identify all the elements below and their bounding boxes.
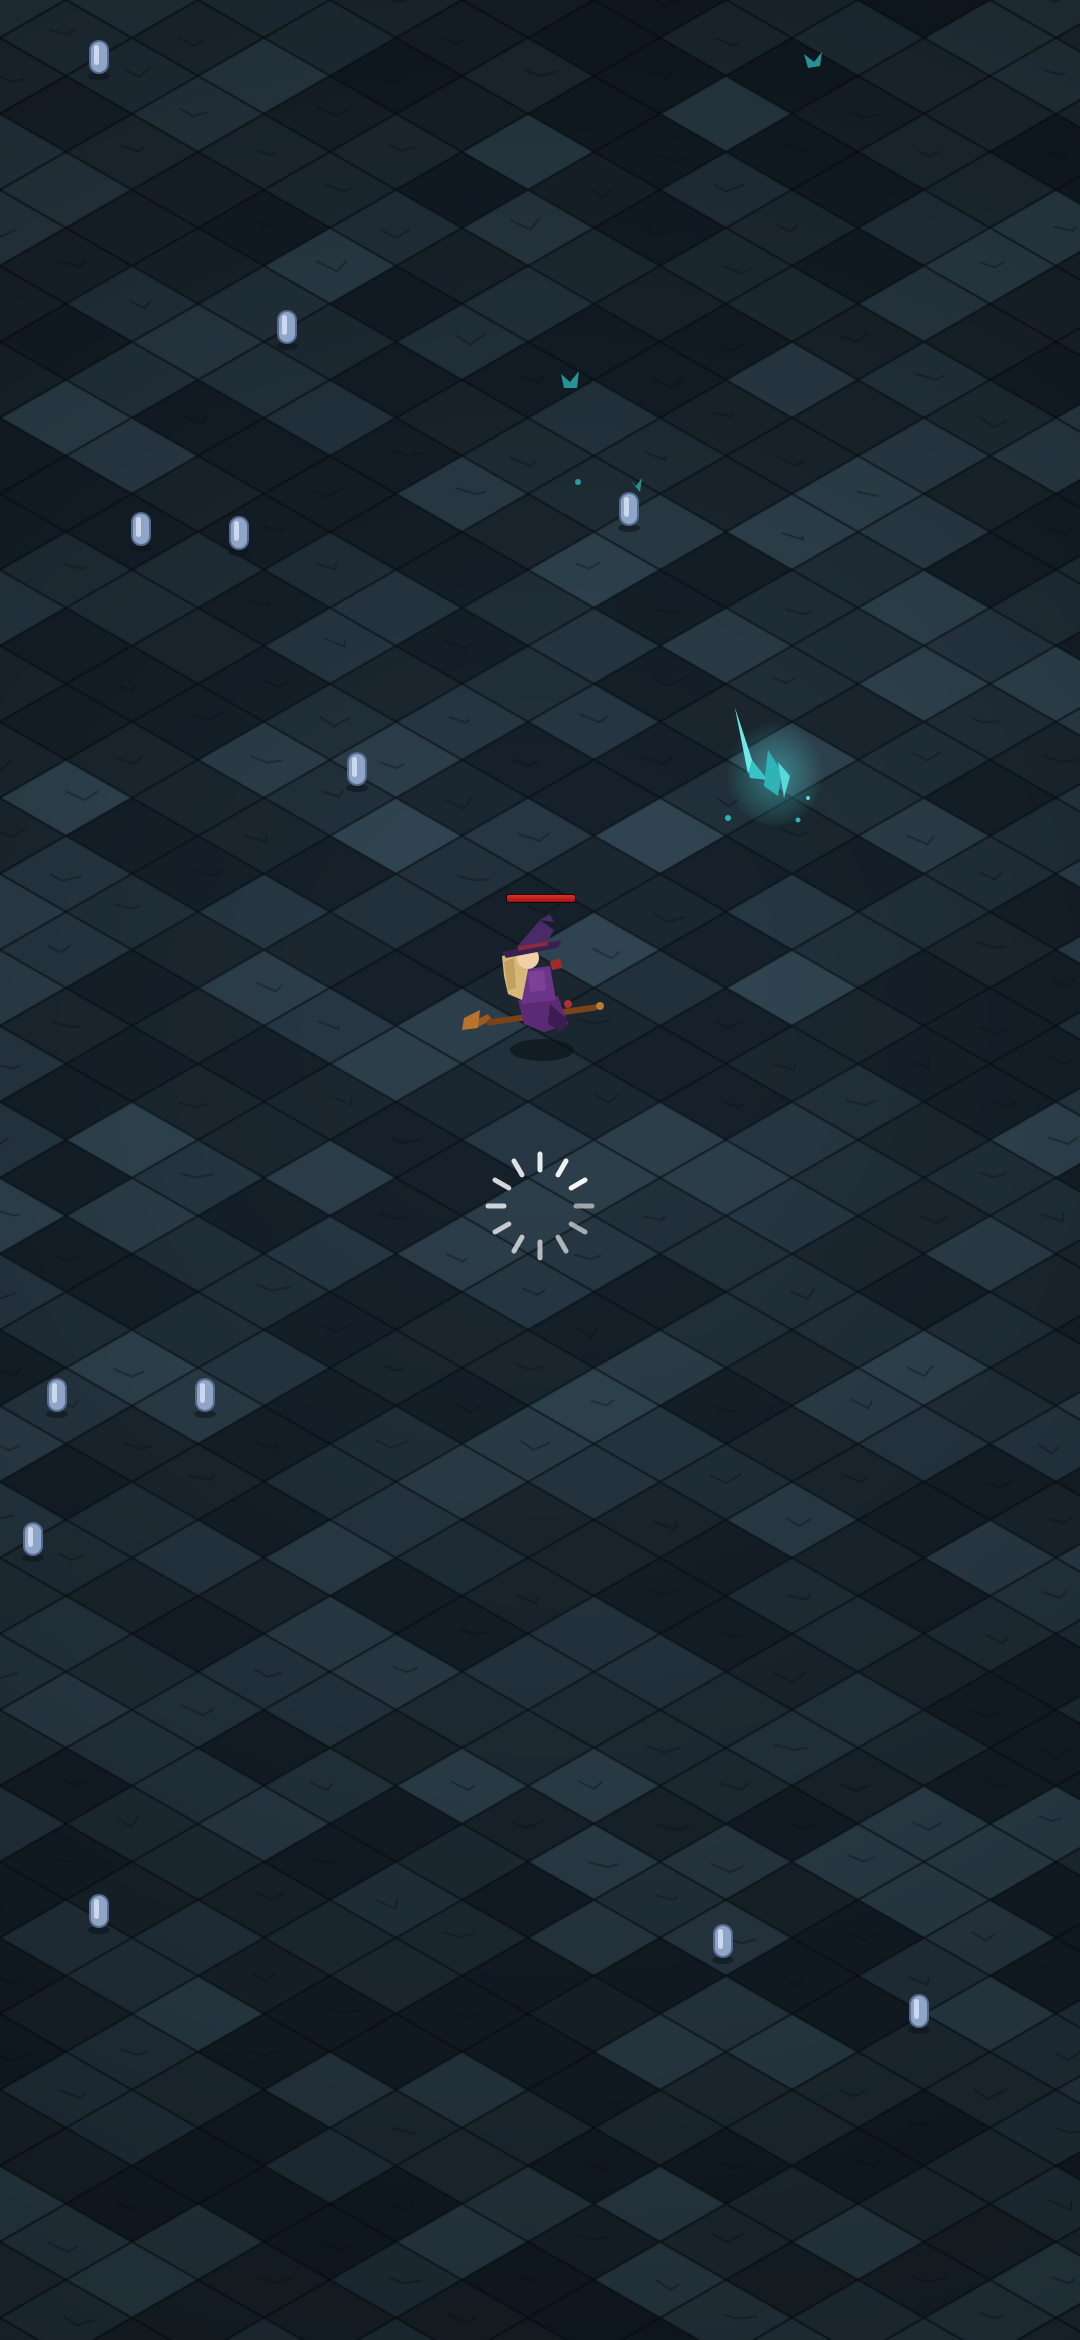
large-crystal-icon[interactable] bbox=[720, 700, 830, 830]
spinner-tick bbox=[511, 1158, 525, 1178]
crystal-pickup-icon[interactable] bbox=[86, 36, 112, 80]
spinner-tick bbox=[492, 1177, 512, 1191]
crystal-pickup-icon[interactable] bbox=[710, 1920, 736, 1964]
witch-icon bbox=[462, 914, 604, 1061]
crystal-pickup-icon[interactable] bbox=[86, 1890, 112, 1934]
spinner-tick bbox=[492, 1221, 512, 1235]
crystal-pickup-icon[interactable] bbox=[128, 508, 154, 552]
crystal-pickup-icon[interactable] bbox=[906, 1990, 932, 2034]
crystal-pickup-icon[interactable] bbox=[20, 1518, 46, 1562]
spinner-tick bbox=[555, 1158, 569, 1178]
spinner-tick bbox=[511, 1234, 525, 1254]
crystal-pickup-icon[interactable] bbox=[226, 512, 252, 556]
spinner-tick bbox=[568, 1177, 588, 1191]
crystal-pickup-icon[interactable] bbox=[616, 488, 642, 532]
spinner-tick bbox=[568, 1221, 588, 1235]
loading-spinner-icon bbox=[485, 1151, 595, 1261]
player-character[interactable] bbox=[458, 880, 628, 1070]
crystal-pickup-icon[interactable] bbox=[274, 306, 300, 350]
crystal-pickup-icon[interactable] bbox=[344, 748, 370, 792]
crystal-pickup-icon[interactable] bbox=[44, 1374, 70, 1418]
spinner-tick bbox=[555, 1234, 569, 1254]
crystal-pickup-icon[interactable] bbox=[192, 1374, 218, 1418]
game-viewport[interactable] bbox=[0, 0, 1080, 2340]
